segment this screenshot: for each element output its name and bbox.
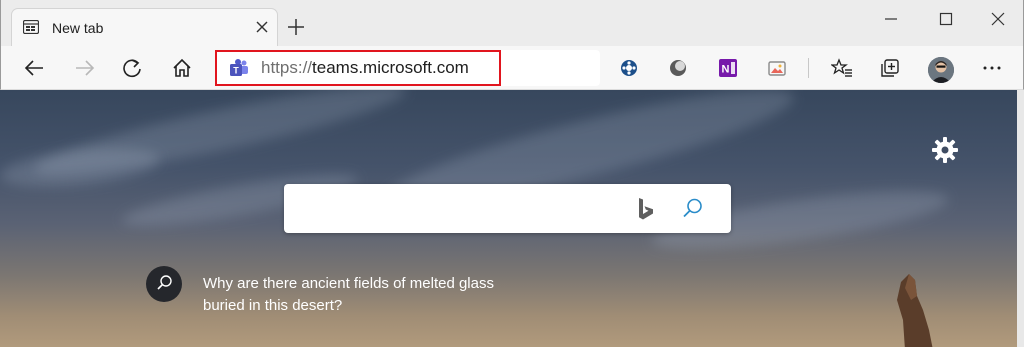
tab-strip: New tab xyxy=(0,0,1024,46)
profile-avatar-icon xyxy=(928,57,954,83)
new-tab-background: Why are there ancient fields of melted g… xyxy=(0,90,1024,347)
extension-blue-icon[interactable] xyxy=(618,57,640,79)
gear-icon[interactable] xyxy=(931,136,959,164)
new-tab-page-icon xyxy=(23,20,39,34)
fact-headline[interactable]: Why are there ancient fields of melted g… xyxy=(203,273,503,317)
close-icon[interactable] xyxy=(255,20,269,34)
tab-title: New tab xyxy=(52,20,104,36)
favorites-list-icon[interactable] xyxy=(831,57,853,79)
image-extension-icon[interactable] xyxy=(766,57,788,79)
background-cloud xyxy=(0,141,162,194)
address-highlight xyxy=(215,50,501,86)
onenote-icon[interactable]: N xyxy=(717,57,739,79)
svg-text:N: N xyxy=(722,64,730,76)
scrollbar[interactable] xyxy=(1017,90,1024,347)
back-arrow-icon[interactable] xyxy=(23,57,45,79)
avatar[interactable] xyxy=(928,57,954,83)
toolbar-separator xyxy=(808,58,809,78)
window-close-icon[interactable] xyxy=(989,10,1007,28)
maximize-icon[interactable] xyxy=(937,10,955,28)
bing-icon[interactable] xyxy=(636,197,656,221)
search-icon xyxy=(157,275,172,290)
plus-icon[interactable] xyxy=(287,18,305,36)
forward-arrow-icon[interactable] xyxy=(74,57,96,79)
refresh-icon[interactable] xyxy=(121,57,143,79)
search-icon[interactable] xyxy=(682,197,704,219)
rock-formation xyxy=(897,274,933,347)
tab-new-tab[interactable]: New tab xyxy=(11,8,278,46)
browser-toolbar: T https://teams.microsoft.com N xyxy=(0,46,1024,90)
collections-icon[interactable] xyxy=(879,57,901,79)
extension-gray-icon[interactable] xyxy=(667,57,689,79)
home-icon[interactable] xyxy=(171,57,193,79)
search-box[interactable] xyxy=(284,184,731,233)
minimize-icon[interactable] xyxy=(882,10,900,28)
more-icon[interactable] xyxy=(981,57,1003,79)
fact-search-button[interactable] xyxy=(146,266,182,302)
